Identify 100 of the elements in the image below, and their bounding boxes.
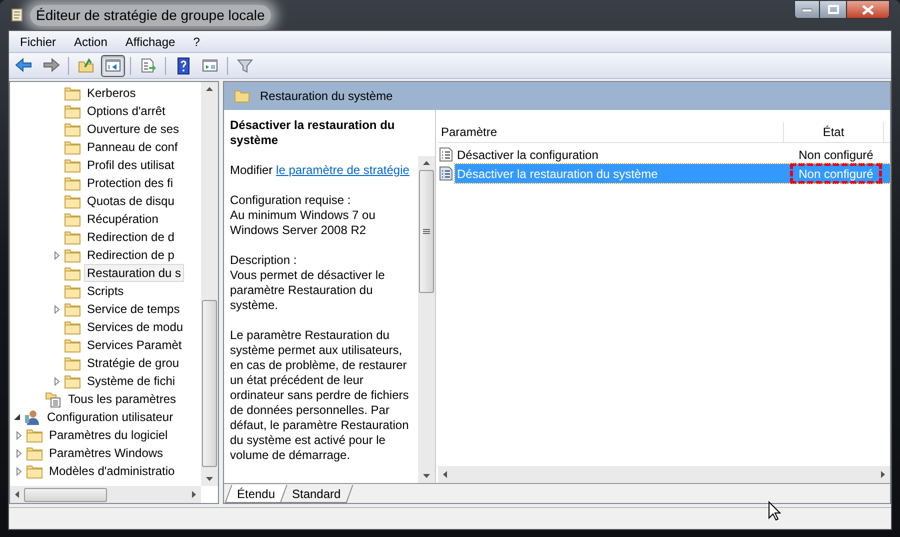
horizontal-scrollbar[interactable] bbox=[10, 486, 201, 503]
maximize-icon bbox=[828, 5, 838, 14]
folder-icon bbox=[234, 89, 250, 103]
tree-item[interactable]: Récupération bbox=[84, 210, 162, 228]
folder-up-icon bbox=[77, 56, 95, 74]
folder-icon bbox=[64, 192, 81, 210]
user-icon bbox=[24, 408, 41, 426]
tree-item[interactable]: Stratégie de grou bbox=[84, 354, 182, 372]
tree-item[interactable]: Tous les paramètres bbox=[65, 390, 180, 408]
tree-item[interactable]: Protection des fi bbox=[84, 174, 176, 192]
description-text: Le paramètre Restauration du système permet aux utilisateurs, en cas de problème, de restaurer un état précédent de leur ordinateur sans perdre de fichiers de données personnelles. Par défaut, le paramètre Restauration du système est activé pour le volume de démarrage. bbox=[230, 328, 410, 463]
horizontal-scrollbar[interactable] bbox=[438, 466, 890, 483]
tree-pane-button[interactable] bbox=[101, 54, 125, 76]
tab[interactable]: Standard bbox=[280, 485, 354, 503]
expand-arrow-icon[interactable] bbox=[53, 250, 61, 260]
filter-icon bbox=[236, 56, 254, 74]
folder-icon bbox=[64, 228, 81, 246]
tree-item[interactable]: Profil des utilisat bbox=[84, 156, 178, 174]
scroll-icon bbox=[10, 7, 24, 23]
collapse-arrow-icon[interactable] bbox=[13, 413, 21, 421]
tree-item[interactable]: Paramètres Windows bbox=[46, 444, 166, 462]
minimize-button[interactable] bbox=[794, 0, 820, 19]
table-cell-text: Non configuré bbox=[798, 146, 874, 164]
expand-arrow-icon[interactable] bbox=[15, 448, 23, 458]
tree-item[interactable]: Scripts bbox=[84, 282, 127, 300]
forward-arrow-icon bbox=[42, 56, 60, 74]
table-cell: Non configuré bbox=[790, 163, 882, 184]
settings-list-icon bbox=[45, 390, 62, 408]
expand-arrow-icon[interactable] bbox=[53, 376, 61, 386]
tree-item[interactable]: Modèles d'administratio bbox=[46, 462, 178, 480]
folder-icon bbox=[26, 462, 43, 480]
policy-icon bbox=[439, 147, 453, 162]
description-title: Désactiver la restauration du système bbox=[230, 118, 396, 148]
tree-item[interactable]: Options d'arrêt bbox=[84, 102, 168, 120]
menu-item[interactable]: ? bbox=[186, 32, 207, 50]
tree-item[interactable]: Services de modu bbox=[84, 318, 186, 336]
tree-item[interactable]: Service de temps bbox=[84, 300, 183, 318]
folder-icon bbox=[64, 174, 81, 192]
tree-item[interactable]: Panneau de conf bbox=[84, 138, 181, 156]
minimize-icon bbox=[802, 8, 812, 12]
folder-icon bbox=[64, 318, 81, 336]
menu-item[interactable]: Affichage bbox=[118, 32, 182, 50]
table-row[interactable]: Désactiver la configuration Non configuré bbox=[455, 145, 890, 164]
folder-icon bbox=[64, 138, 81, 156]
folder-icon bbox=[64, 372, 81, 390]
tree-pane-icon bbox=[104, 56, 122, 74]
tree-item[interactable]: Configuration utilisateur bbox=[44, 408, 176, 426]
folder-icon bbox=[64, 120, 81, 138]
folder-icon bbox=[64, 354, 81, 372]
menu-item[interactable]: Fichier bbox=[13, 32, 64, 50]
folder-icon bbox=[64, 84, 81, 102]
expand-arrow-icon[interactable] bbox=[15, 430, 23, 440]
expand-arrow-icon[interactable] bbox=[15, 466, 23, 476]
close-icon bbox=[862, 4, 874, 14]
window-title: Éditeur de stratégie de groupe locale bbox=[30, 4, 271, 26]
tree-item[interactable]: Système de fichi bbox=[84, 372, 178, 390]
tree-item[interactable]: Redirection de p bbox=[84, 246, 178, 264]
header-title: Restauration du système bbox=[260, 88, 393, 105]
tree-item[interactable]: Restauration du s bbox=[84, 264, 184, 282]
scroll-thumb[interactable] bbox=[419, 170, 434, 293]
folder-icon bbox=[64, 282, 81, 300]
tab[interactable]: Étendu bbox=[224, 485, 288, 503]
folder-icon bbox=[64, 264, 81, 282]
description-text: Modifier bbox=[230, 163, 273, 177]
description-text: Au minimum Windows 7 ou Windows Server 2008 R2 bbox=[230, 208, 376, 238]
column-header[interactable]: Paramètre bbox=[438, 122, 784, 142]
close-button[interactable] bbox=[846, 0, 890, 19]
column-header[interactable]: État bbox=[784, 122, 884, 142]
action-pane-icon bbox=[201, 56, 219, 74]
table-cell-text: Désactiver la configuration bbox=[456, 146, 600, 164]
back-arrow-icon bbox=[15, 56, 33, 74]
folder-icon bbox=[64, 246, 81, 264]
tree-item[interactable]: Kerberos bbox=[84, 84, 139, 102]
table-cell-text: Désactiver la restauration du système bbox=[456, 166, 659, 182]
folder-icon bbox=[64, 210, 81, 228]
policy-icon bbox=[439, 166, 453, 181]
expand-arrow-icon[interactable] bbox=[53, 304, 61, 314]
description-text: Vous permet de désactiver le paramètre Restauration du système. bbox=[230, 268, 386, 313]
tree-item[interactable]: Ouverture de ses bbox=[84, 120, 182, 138]
policy-link[interactable]: le paramètre de stratégie bbox=[276, 163, 410, 177]
menu-item[interactable]: Action bbox=[67, 32, 114, 50]
grip-icon bbox=[423, 229, 430, 234]
section-label: Configuration requise : bbox=[230, 193, 352, 208]
folder-icon bbox=[64, 336, 81, 354]
folder-icon bbox=[64, 102, 81, 120]
maximize-button[interactable] bbox=[820, 0, 846, 19]
scroll-thumb[interactable] bbox=[202, 300, 217, 467]
folder-icon bbox=[26, 444, 43, 462]
vertical-scrollbar[interactable] bbox=[418, 156, 435, 483]
folder-icon bbox=[64, 300, 81, 318]
folder-icon bbox=[26, 426, 43, 444]
export-list-icon bbox=[139, 56, 157, 74]
tree-item[interactable]: Quotas de disqu bbox=[84, 192, 178, 210]
folder-icon bbox=[64, 156, 81, 174]
tree-item[interactable]: Services Paramèt bbox=[84, 336, 185, 354]
tree-item[interactable]: Paramètres du logiciel bbox=[46, 426, 171, 444]
scroll-thumb[interactable] bbox=[24, 488, 107, 502]
tree-item[interactable]: Redirection de d bbox=[84, 228, 178, 246]
vertical-scrollbar[interactable] bbox=[201, 82, 218, 486]
section-label: Description : bbox=[230, 253, 298, 268]
